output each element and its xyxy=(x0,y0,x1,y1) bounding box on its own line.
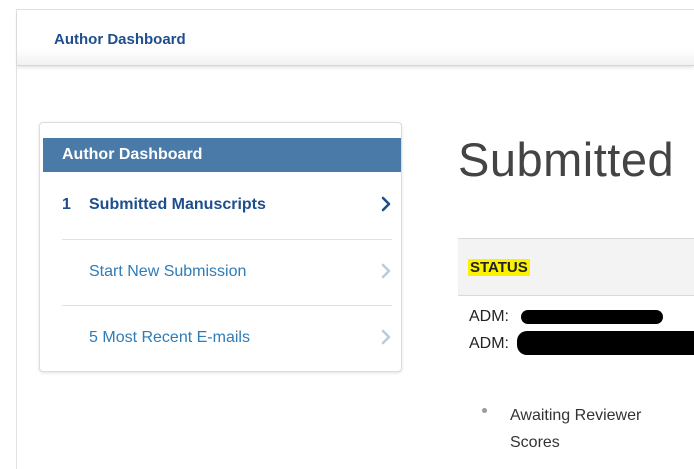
bullet-icon xyxy=(482,408,487,413)
chevron-right-icon xyxy=(381,263,391,279)
sidebar-item-count: 1 xyxy=(62,196,71,213)
status-column-header[interactable]: STATUS xyxy=(468,259,530,276)
top-header-bar: Author Dashboard xyxy=(17,10,694,66)
sidebar-title: Author Dashboard xyxy=(62,146,203,163)
chevron-right-icon xyxy=(381,329,391,345)
chevron-right-icon xyxy=(381,196,391,212)
sidebar-header: Author Dashboard xyxy=(43,138,401,172)
status-item: Awaiting Reviewer Scores xyxy=(510,407,642,451)
adm-label: ADM: xyxy=(469,308,509,325)
redacted-block xyxy=(521,310,663,324)
sidebar-item-count: 5 xyxy=(89,329,98,346)
redacted-block xyxy=(517,331,694,355)
sidebar-item-label: Submitted Manuscripts xyxy=(89,196,266,213)
page-title: Submitted xyxy=(458,133,675,186)
sidebar-item-submitted-manuscripts[interactable]: 1 Submitted Manuscripts xyxy=(62,173,392,239)
sidebar-item-label: 5 Most Recent E-mails xyxy=(89,329,250,347)
adm-label: ADM: xyxy=(469,335,509,352)
sidebar-item-label: Start New Submission xyxy=(89,263,247,280)
author-dashboard-sidebar: Author Dashboard 1 Submitted Manuscripts… xyxy=(39,122,402,372)
sidebar-item-most-recent-emails[interactable]: 5 Most Recent E-mails xyxy=(62,305,392,372)
header-title[interactable]: Author Dashboard xyxy=(54,31,186,48)
table-header-row: STATUS xyxy=(458,238,694,296)
sidebar-item-start-new-submission[interactable]: Start New Submission xyxy=(62,239,392,306)
sidebar-item-text: Most Recent E-mails xyxy=(102,329,250,346)
